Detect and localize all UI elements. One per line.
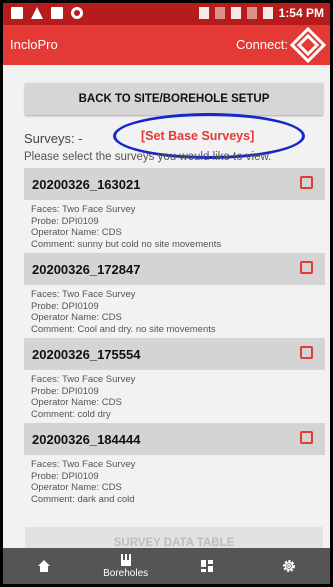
survey-header[interactable]: 20200326_175554 [24,338,325,370]
phone-screen: 1:54 PM IncloPro Connect: BACK TO SITE/B… [3,3,330,584]
status-time: 1:54 PM [278,6,324,20]
survey-probe: Probe: DPI0109 [31,385,99,397]
survey-name: 20200326_172847 [32,262,141,277]
survey-comment: Comment: sunny but cold no site movement… [31,238,222,250]
survey-comment: Comment: cold dry [31,408,111,420]
survey-probe: Probe: DPI0109 [31,215,99,227]
survey-probe: Probe: DPI0109 [31,470,99,482]
survey-details: Faces: Two Face Survey Probe: DPI0109 Op… [24,200,325,250]
grid-icon [201,560,214,572]
connect-label: Connect: [235,37,288,52]
nav-boreholes[interactable]: Boreholes [85,548,167,584]
signal-icon [246,7,257,19]
survey-faces: Faces: Two Face Survey [31,204,136,215]
surveys-label: Surveys: - [24,131,83,146]
survey-name: 20200326_175554 [32,347,141,362]
survey-comment: Comment: dark and cold [31,493,135,505]
back-to-setup-button[interactable]: BACK TO SITE/BOREHOLE SETUP [25,83,323,115]
survey-probe: Probe: DPI0109 [31,300,99,312]
sync-icon [71,7,83,19]
survey-checkbox[interactable] [300,176,313,189]
gear-icon [283,560,296,572]
survey-faces: Faces: Two Face Survey [31,374,136,385]
survey-faces: Faces: Two Face Survey [31,459,136,470]
survey-header[interactable]: 20200326_172847 [24,253,325,285]
survey-item[interactable]: 20200326_172847 Faces: Two Face Survey P… [24,253,325,335]
survey-checkbox[interactable] [300,261,313,274]
survey-operator: Operator Name: CDS [31,397,122,408]
survey-operator: Operator Name: CDS [31,312,122,323]
bottom-nav: Boreholes [3,548,330,584]
image-icon [51,7,63,19]
app-title: IncloPro [10,37,58,52]
nav-settings[interactable] [248,548,330,584]
notification-icon [11,7,23,19]
survey-item[interactable]: 20200326_163021 Faces: Two Face Survey P… [24,168,325,250]
survey-faces: Faces: Two Face Survey [31,289,136,300]
warning-icon [31,7,43,19]
connect-diamond-icon[interactable] [290,27,326,63]
battery-icon [262,7,273,19]
survey-operator: Operator Name: CDS [31,482,122,493]
nav-home[interactable] [3,548,85,584]
survey-header[interactable]: 20200326_163021 [24,168,325,200]
nav-boreholes-label: Boreholes [103,568,149,579]
survey-details: Faces: Two Face Survey Probe: DPI0109 Op… [24,370,325,420]
nav-dashboard[interactable] [167,548,249,584]
home-icon [37,560,50,572]
survey-header[interactable]: 20200326_184444 [24,423,325,455]
borehole-icon [120,554,131,566]
survey-name: 20200326_184444 [32,432,141,447]
survey-item[interactable]: 20200326_175554 Faces: Two Face Survey P… [24,338,325,420]
nfc-icon [198,7,209,19]
instruction-text: Please select the surveys you would like… [24,151,272,163]
survey-name: 20200326_163021 [32,177,141,192]
status-bar: 1:54 PM [3,3,330,25]
bluetooth-icon [214,7,225,19]
vibrate-icon [230,7,241,19]
survey-details: Faces: Two Face Survey Probe: DPI0109 Op… [24,285,325,335]
survey-operator: Operator Name: CDS [31,227,122,238]
survey-checkbox[interactable] [300,431,313,444]
survey-item[interactable]: 20200326_184444 Faces: Two Face Survey P… [24,423,325,505]
app-bar: IncloPro Connect: [3,25,330,65]
survey-checkbox[interactable] [300,346,313,359]
survey-comment: Comment: Cool and dry. no site movements [31,323,216,335]
survey-details: Faces: Two Face Survey Probe: DPI0109 Op… [24,455,325,505]
